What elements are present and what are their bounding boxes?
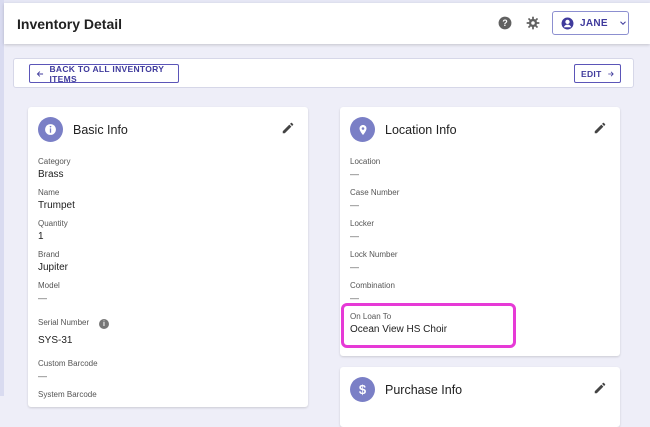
edit-button[interactable]: EDIT (574, 64, 621, 83)
locker-value: — (350, 231, 359, 241)
user-menu-button[interactable]: JANE (552, 11, 629, 35)
help-icon[interactable]: ? (496, 14, 514, 32)
on-loan-to-highlight (341, 303, 516, 348)
name-label: Name (38, 188, 60, 197)
arrow-left-icon (36, 70, 44, 77)
page-title: Inventory Detail (17, 16, 123, 32)
lock-number-label: Lock Number (350, 250, 398, 259)
svg-text:?: ? (502, 18, 507, 28)
detail-toolbar: BACK TO ALL INVENTORY ITEMS EDIT (13, 58, 634, 88)
location-pin-icon (350, 117, 375, 142)
brand-label: Brand (38, 250, 60, 259)
locker-label: Locker (350, 219, 375, 228)
combination-label: Combination (350, 281, 395, 290)
page-left-edge (0, 0, 4, 396)
serial-info-icon[interactable]: i (99, 319, 109, 329)
dollar-icon: $ (350, 377, 375, 402)
purchase-info-header: $ Purchase Info (350, 377, 462, 402)
settings-button[interactable] (524, 14, 542, 32)
edit-basic-info-icon[interactable] (281, 121, 295, 135)
name-value: Trumpet (38, 200, 75, 211)
edit-location-info-icon[interactable] (593, 121, 607, 135)
combination-value: — (350, 293, 359, 303)
lock-number-value: — (350, 262, 359, 272)
basic-info-card: Basic Info Category Brass Name Trumpet Q… (28, 107, 308, 407)
chevron-down-icon (620, 21, 626, 25)
purchase-info-card: $ Purchase Info (340, 367, 620, 427)
quantity-label: Quantity (38, 219, 68, 228)
user-name: JANE (580, 17, 608, 29)
case-number-label: Case Number (350, 188, 400, 197)
quantity-value: 1 (38, 231, 44, 242)
location-info-title: Location Info (385, 122, 457, 137)
back-to-inventory-button[interactable]: BACK TO ALL INVENTORY ITEMS (29, 63, 179, 84)
location-label: Location (350, 157, 381, 166)
help-circle-icon: ? (498, 16, 512, 30)
purchase-info-title: Purchase Info (385, 382, 463, 397)
category-label: Category (38, 157, 71, 166)
brand-value: Jupiter (38, 262, 69, 273)
basic-info-title: Basic Info (73, 122, 128, 137)
custom-barcode-label: Custom Barcode (38, 359, 98, 368)
system-barcode-label: System Barcode (38, 390, 97, 399)
app-bar: Inventory Detail ? JANE (4, 3, 650, 44)
serial-number-value: SYS-31 (38, 335, 73, 346)
back-button-label: BACK TO ALL INVENTORY ITEMS (49, 63, 165, 84)
location-value: — (350, 169, 359, 179)
model-label: Model (38, 281, 60, 290)
location-info-header: Location Info (350, 117, 457, 142)
arrow-right-icon (607, 71, 614, 76)
model-value: — (38, 293, 47, 303)
gear-icon (526, 16, 540, 30)
account-circle-icon (561, 17, 574, 29)
edit-purchase-info-icon[interactable] (593, 381, 607, 395)
case-number-value: — (350, 200, 359, 210)
edit-button-label: EDIT (581, 68, 602, 79)
basic-info-header: Basic Info (38, 117, 128, 142)
custom-barcode-value: — (38, 371, 47, 381)
category-value: Brass (38, 169, 64, 180)
info-icon (38, 117, 63, 142)
serial-number-label: Serial Number (38, 318, 90, 327)
